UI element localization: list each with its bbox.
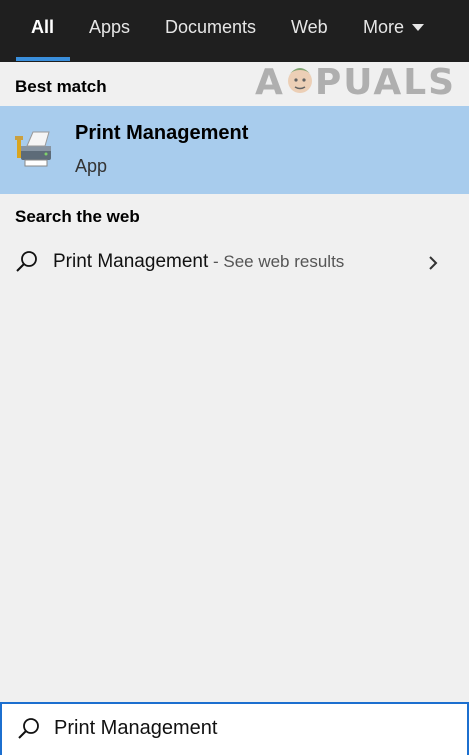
- web-result-text: Print Management - See web results: [53, 251, 344, 273]
- tab-more[interactable]: More: [363, 0, 425, 62]
- best-match-heading: Best match: [15, 77, 107, 96]
- app-name: Print Management: [75, 122, 249, 144]
- tab-all[interactable]: All: [31, 0, 54, 62]
- search-scope-tabs: All Apps Documents Web More: [0, 0, 469, 62]
- printer-icon: [15, 131, 51, 167]
- watermark-letters-puals: PUALS: [314, 62, 457, 103]
- search-box[interactable]: [0, 702, 469, 755]
- search-icon: [16, 251, 37, 272]
- search-the-web-heading: Search the web: [15, 207, 140, 226]
- web-search-result[interactable]: Print Management - See web results: [0, 236, 469, 292]
- tab-apps[interactable]: Apps: [89, 0, 130, 62]
- tab-web[interactable]: Web: [291, 0, 328, 62]
- search-box-icon: [18, 718, 39, 739]
- best-match-result[interactable]: Print Management App: [0, 106, 469, 194]
- app-type-label: App: [75, 156, 108, 176]
- chevron-right-icon: [429, 256, 438, 270]
- web-query-text: Print Management: [53, 251, 209, 272]
- tab-documents[interactable]: Documents: [165, 0, 256, 62]
- caret-down-icon: [412, 24, 425, 31]
- tab-more-label: More: [363, 17, 405, 37]
- search-input[interactable]: [54, 717, 434, 740]
- active-tab-indicator: [16, 57, 70, 61]
- mascot-icon: [287, 68, 312, 93]
- appuals-watermark-logo: A PUALS: [255, 60, 465, 106]
- watermark-letter-a: A: [255, 62, 285, 103]
- see-web-results-text: - See web results: [208, 252, 345, 271]
